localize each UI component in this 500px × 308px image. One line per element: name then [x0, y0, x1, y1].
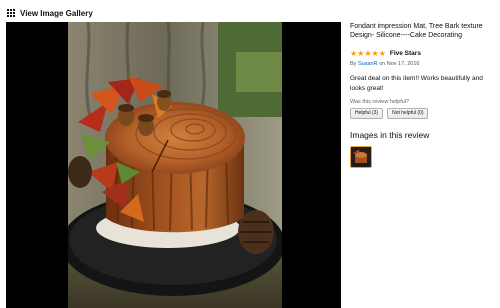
grid-icon: [7, 9, 15, 17]
view-image-gallery-link[interactable]: View Image Gallery: [7, 8, 93, 18]
star-rating[interactable]: ★ ★ ★ ★ ★: [350, 48, 386, 58]
review-date: Nov 17, 2016: [386, 61, 420, 67]
author-link[interactable]: SusanR: [358, 61, 378, 67]
star-icon: ★: [350, 48, 358, 58]
product-title: Fondant impression Mat, Tree Bark textur…: [350, 23, 483, 39]
review-byline: By SusanR on Nov 17, 2016: [350, 61, 495, 67]
helpful-buttons: Helpful (3) Not helpful (0): [350, 108, 495, 119]
view-image-gallery-label: View Image Gallery: [20, 8, 93, 18]
by-label: By: [350, 61, 357, 67]
images-in-review-heading: Images in this review: [350, 130, 430, 140]
star-icon: ★: [357, 48, 365, 58]
review-headline[interactable]: Five Stars: [390, 50, 421, 57]
review-panel: Fondant impression Mat, Tree Bark textur…: [350, 22, 495, 168]
star-icon: ★: [371, 48, 379, 58]
not-helpful-button[interactable]: Not helpful (0): [387, 108, 429, 119]
image-viewer: [6, 22, 341, 308]
star-icon: ★: [378, 48, 386, 58]
rating-row: ★ ★ ★ ★ ★ Five Stars: [350, 49, 495, 58]
star-icon: ★: [364, 48, 372, 58]
review-photo[interactable]: [68, 22, 282, 308]
helpful-question: Was this review helpful?: [350, 99, 410, 105]
date-prefix: on: [379, 61, 386, 67]
helpful-button[interactable]: Helpful (3): [350, 108, 384, 119]
review-body: Great deal on this item!! Works beautifu…: [350, 75, 483, 92]
review-image-thumbnail[interactable]: [350, 146, 372, 168]
